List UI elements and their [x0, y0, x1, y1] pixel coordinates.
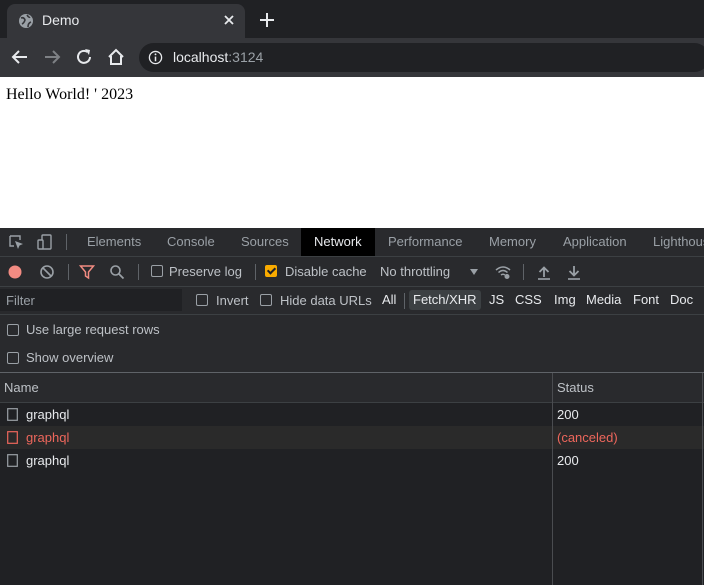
disable-cache-label[interactable]: Disable cache — [285, 264, 367, 279]
browser-tab[interactable]: Demo — [7, 4, 245, 38]
throttling-select[interactable]: No throttling — [380, 264, 450, 279]
url-host: localhost — [173, 49, 229, 65]
devtools-tabbar: Elements Console Sources Network Perform… — [0, 228, 704, 257]
page-text: Hello World! ' 2023 — [6, 86, 134, 103]
request-name: graphql — [26, 407, 70, 422]
large-rows-label[interactable]: Use large request rows — [26, 322, 160, 337]
devtools-panel: Elements Console Sources Network Perform… — [0, 228, 704, 585]
url-port: :3124 — [228, 49, 264, 65]
hide-data-urls-label[interactable]: Hide data URLs — [280, 293, 372, 308]
forward-arrow-icon[interactable] — [42, 47, 62, 67]
home-icon[interactable] — [106, 47, 126, 67]
column-header-status[interactable]: Status — [557, 380, 594, 395]
clear-icon[interactable] — [39, 264, 55, 280]
preserve-log-checkbox[interactable] — [151, 265, 163, 277]
divider — [404, 293, 405, 309]
disable-cache-checkbox[interactable] — [265, 265, 277, 277]
document-icon — [7, 454, 18, 467]
new-tab-icon[interactable] — [258, 11, 276, 29]
page-viewport: Hello World! ' 2023 — [0, 77, 704, 228]
filter-icon[interactable] — [79, 264, 95, 280]
export-har-icon[interactable] — [566, 264, 582, 280]
import-har-icon[interactable] — [536, 264, 552, 280]
divider — [66, 234, 67, 250]
address-bar[interactable]: localhost:3124 — [139, 43, 704, 72]
inspect-element-icon[interactable] — [8, 234, 24, 250]
filter-type-doc[interactable]: Doc — [667, 290, 696, 310]
filter-type-fetch-xhr[interactable]: Fetch/XHR — [409, 290, 481, 310]
table-row[interactable]: graphql 200 — [0, 449, 704, 472]
tab-title: Demo — [42, 12, 80, 28]
filter-type-media[interactable]: Media — [583, 290, 624, 310]
reload-icon[interactable] — [74, 47, 94, 67]
tab-lighthouse[interactable]: Lighthouse — [643, 228, 704, 256]
table-row[interactable]: graphql (canceled) — [0, 426, 704, 449]
browser-toolbar: localhost:3124 — [0, 38, 704, 77]
request-status: 200 — [557, 407, 579, 422]
request-status: 200 — [557, 453, 579, 468]
network-conditions-icon[interactable] — [495, 264, 511, 280]
filter-type-js[interactable]: JS — [486, 290, 507, 310]
table-header: Name Status — [0, 373, 704, 403]
globe-icon — [19, 14, 33, 28]
filter-type-font[interactable]: Font — [630, 290, 662, 310]
info-icon[interactable] — [148, 50, 163, 65]
tab-network[interactable]: Network — [301, 228, 375, 256]
tab-elements[interactable]: Elements — [77, 228, 151, 256]
device-toolbar-icon[interactable] — [37, 234, 53, 250]
column-header-name[interactable]: Name — [4, 380, 39, 395]
chevron-down-icon[interactable] — [467, 265, 481, 279]
divider — [523, 264, 524, 280]
request-name: graphql — [26, 453, 70, 468]
show-overview-checkbox[interactable] — [7, 352, 19, 364]
document-icon — [7, 431, 18, 444]
search-icon[interactable] — [109, 264, 125, 280]
table-row[interactable]: graphql 200 — [0, 403, 704, 426]
back-arrow-icon[interactable] — [10, 47, 30, 67]
tab-application[interactable]: Application — [553, 228, 637, 256]
column-divider[interactable] — [702, 373, 703, 585]
record-icon[interactable] — [7, 264, 23, 280]
tab-performance[interactable]: Performance — [378, 228, 472, 256]
filter-type-css[interactable]: CSS — [512, 290, 545, 310]
request-status: (canceled) — [557, 430, 618, 445]
network-options: Use large request rows Show overview — [0, 315, 704, 373]
tab-memory[interactable]: Memory — [479, 228, 546, 256]
url-text: localhost:3124 — [173, 49, 263, 65]
invert-checkbox[interactable] — [196, 294, 208, 306]
tab-strip: Demo — [0, 0, 704, 38]
document-icon — [7, 408, 18, 421]
hide-data-urls-checkbox[interactable] — [260, 294, 272, 306]
request-table: Name Status graphql 200 graphql (cancele… — [0, 373, 704, 585]
divider — [68, 264, 69, 280]
invert-label[interactable]: Invert — [216, 293, 249, 308]
show-overview-label[interactable]: Show overview — [26, 350, 113, 365]
tab-console[interactable]: Console — [157, 228, 225, 256]
tab-sources[interactable]: Sources — [231, 228, 299, 256]
divider — [255, 264, 256, 280]
large-rows-checkbox[interactable] — [7, 324, 19, 336]
preserve-log-label[interactable]: Preserve log — [169, 264, 242, 279]
filter-bar: Invert Hide data URLs All Fetch/XHR JS C… — [0, 287, 704, 315]
filter-type-img[interactable]: Img — [551, 290, 579, 310]
filter-type-all[interactable]: All — [379, 290, 399, 310]
close-icon[interactable] — [221, 12, 237, 28]
column-divider[interactable] — [552, 373, 553, 585]
network-toolbar: Preserve log Disable cache No throttling — [0, 257, 704, 287]
divider — [138, 264, 139, 280]
filter-input[interactable] — [0, 289, 182, 311]
request-name: graphql — [26, 430, 70, 445]
